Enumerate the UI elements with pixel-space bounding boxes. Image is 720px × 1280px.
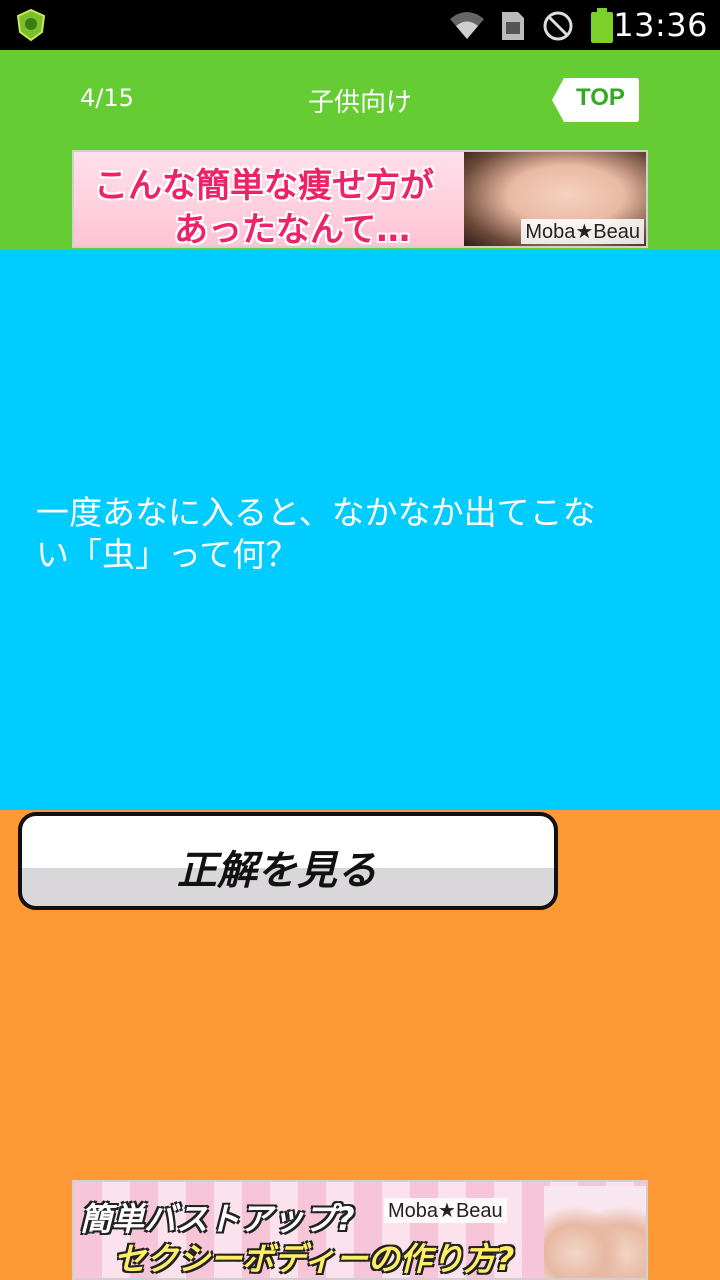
ad-top-brand: Moba★Beau xyxy=(521,219,644,244)
top-banner-ad[interactable]: こんな簡単な痩せ方が あったなんて… Moba★Beau xyxy=(72,150,648,248)
top-button[interactable]: TOP xyxy=(550,76,640,124)
show-answer-button[interactable]: 正解を見る xyxy=(18,812,558,910)
do-not-disturb-icon xyxy=(543,11,573,41)
app-shield-icon xyxy=(16,8,46,42)
battery-icon xyxy=(591,8,613,43)
question-text: 一度あなに入ると、なかなか出てこない「虫」って何？ xyxy=(36,493,596,574)
ad-top-line2: あったなんて… xyxy=(174,210,411,248)
top-button-label: TOP xyxy=(576,84,625,111)
ad-top-line1: こんな簡単な痩せ方が xyxy=(94,166,434,206)
show-answer-label: 正解を見る xyxy=(177,848,377,894)
ad-bust-image xyxy=(544,1186,646,1278)
status-clock: 13:36 xyxy=(613,6,708,44)
sim-card-icon xyxy=(502,12,524,40)
status-bar: 13:36 xyxy=(0,0,720,50)
ad-bottom-brand: Moba★Beau xyxy=(384,1198,507,1223)
bottom-banner-ad[interactable]: 簡単バストアップ? セクシーボディーの作り方? Moba★Beau xyxy=(72,1180,648,1280)
ad-bottom-line2: セクシーボディーの作り方? xyxy=(114,1240,515,1278)
question-panel: 一度あなに入ると、なかなか出てこない「虫」って何？ xyxy=(0,250,720,810)
wifi-icon xyxy=(450,12,484,39)
